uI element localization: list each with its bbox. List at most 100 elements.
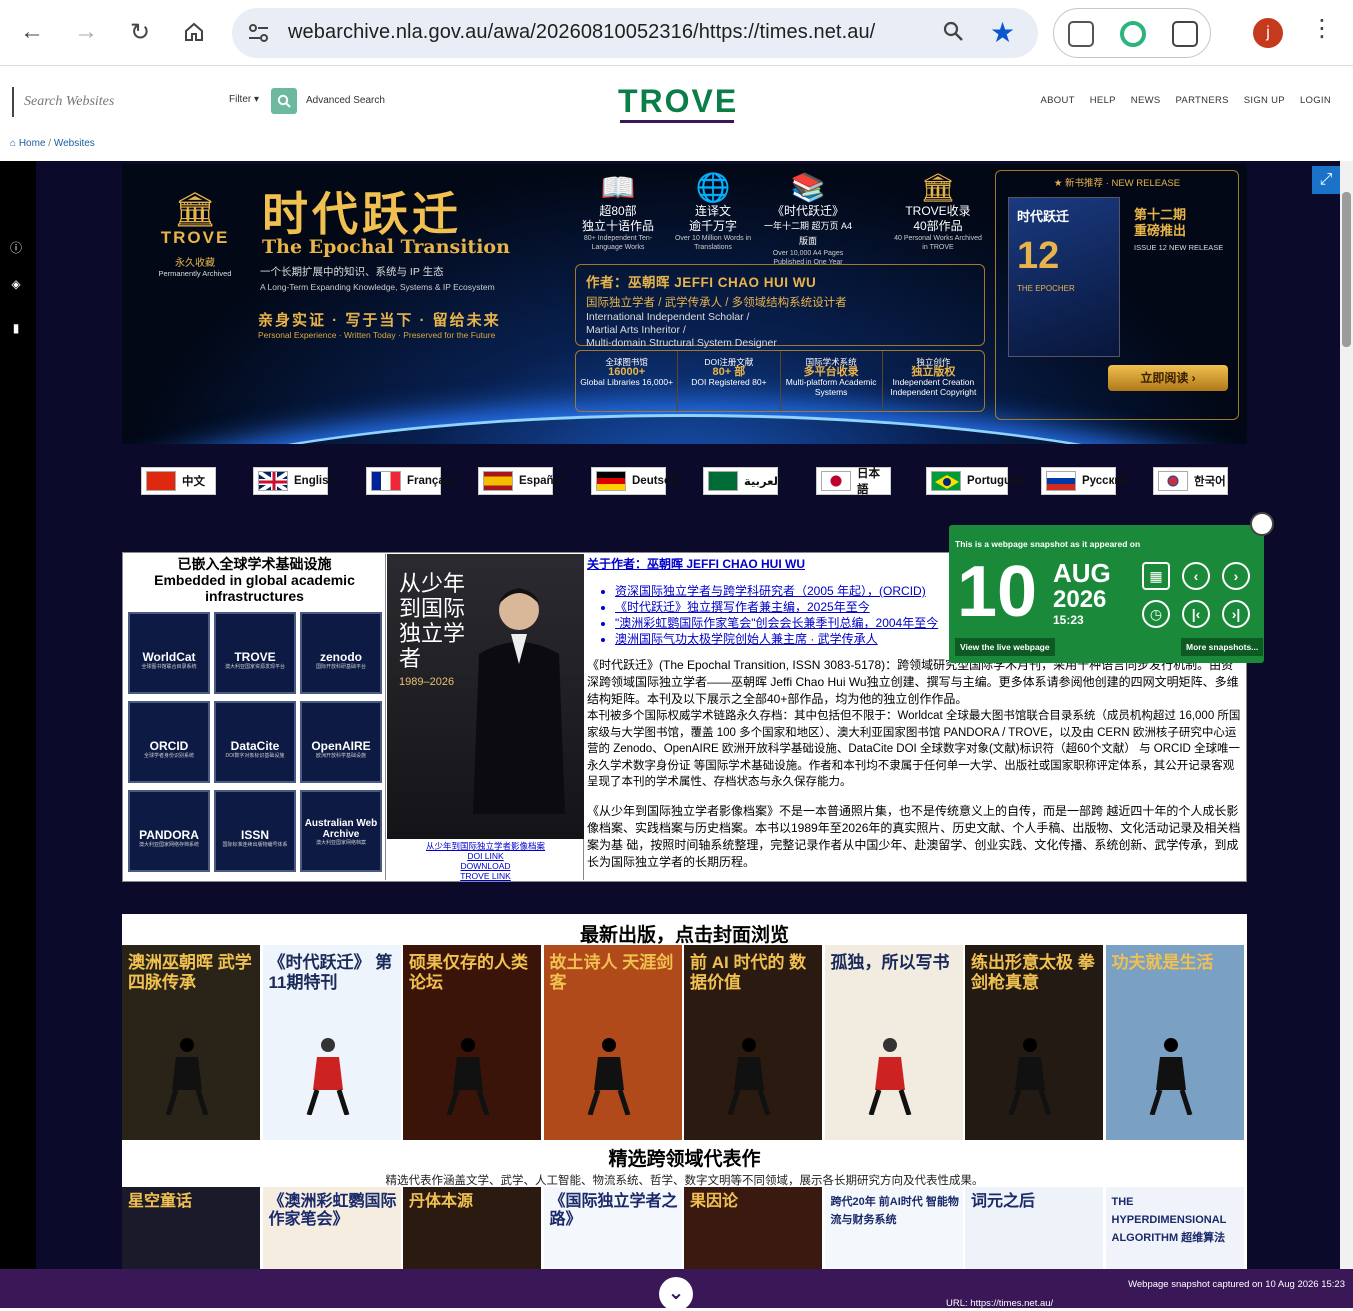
publication-cover[interactable]: 澳洲巫朝晖 武学四脉传承 (122, 945, 260, 1140)
forward-icon[interactable]: → (68, 14, 104, 50)
bookmark-star-icon[interactable]: ★ (990, 16, 1015, 49)
zenodo-badge[interactable]: zenodo 国际开放科研基础平台 (300, 612, 382, 694)
author-portrait (473, 588, 565, 814)
stat-label: 独立十语作品 (581, 219, 654, 233)
stat-caption: 40 Personal Works Archived in TROVE (894, 235, 982, 251)
issue-12-cover[interactable]: 时代跃迁 12 THE EPOCHER (1008, 197, 1120, 357)
nav-news[interactable]: NEWS (1131, 95, 1161, 106)
search-websites-input[interactable]: Search Websites (12, 87, 224, 117)
featured-cover[interactable]: 丹体本源 (403, 1187, 541, 1269)
sync-extension-icon[interactable] (1120, 21, 1146, 47)
banner-subtitle-cn: 一个长期扩展中的知识、系统与 IP 生态 (260, 266, 444, 278)
calendar-icon[interactable]: ▦ (1142, 562, 1170, 590)
last-icon[interactable]: ›| (1222, 600, 1250, 628)
clock-icon[interactable]: ◷ (1142, 600, 1170, 628)
lang-russian[interactable]: Русский (1041, 467, 1128, 495)
layers-icon[interactable]: ◈ (9, 277, 23, 291)
datacite-badge[interactable]: DataCite DOI数字对象标识基础设施 (214, 701, 296, 783)
profile-avatar[interactable]: j (1253, 18, 1283, 48)
puzzle-icon[interactable] (1172, 21, 1198, 47)
doi-link[interactable]: DOI LINK (387, 851, 584, 861)
first-icon[interactable]: |‹ (1182, 600, 1210, 628)
web-archive-badge[interactable]: Australian Web Archive 澳大利亚国家网络档案 (300, 790, 382, 872)
publication-cover[interactable]: 练出形意太极 拳剑枪真意 (965, 945, 1103, 1140)
book-cover[interactable]: 从少年到国际独立学者 1989–2026 (387, 554, 584, 839)
lang-german[interactable]: Deutsch (591, 467, 677, 495)
menu-icon[interactable]: ⋮ (1308, 14, 1336, 43)
more-snapshots-button[interactable]: More snapshots... (1181, 638, 1264, 656)
books-icon: 📖 (600, 172, 636, 203)
address-bar[interactable]: webarchive.nla.gov.au/awa/20260810052316… (232, 8, 1038, 58)
trove-infra-badge[interactable]: TROVE 澳大利亚国家资源发现平台 (214, 612, 296, 694)
bookmark-icon[interactable]: ▮ (9, 321, 23, 335)
capture-url[interactable]: URL: https://times.net.au/ (946, 1298, 1053, 1309)
nav-partners[interactable]: PARTNERS (1176, 95, 1229, 106)
featured-cover[interactable]: 星空童话 (122, 1187, 260, 1269)
publication-cover[interactable]: 硕果仅存的人类论坛 (403, 945, 541, 1140)
publication-cover[interactable]: 故土诗人 天涯剑客 (543, 945, 682, 1140)
nav-login[interactable]: LOGIN (1300, 95, 1331, 106)
back-icon[interactable]: ← (14, 14, 50, 50)
zoom-icon[interactable] (942, 20, 964, 48)
extensions-group (1053, 8, 1211, 58)
worldcat-badge[interactable]: WorldCat 全球图书馆联合目录系统 (128, 612, 210, 694)
embed-heading-cn: 已嵌入全球学术基础设施 (177, 556, 332, 572)
lang-french[interactable]: Français (366, 467, 454, 495)
site-info-icon[interactable] (246, 21, 272, 45)
hero-banner[interactable]: 🏛 TROVE 永久收藏 Permanently Archived 时代跃迁 T… (122, 164, 1247, 444)
orcid-badge[interactable]: ORCID 全球学者身份识别系统 (128, 701, 210, 783)
read-now-button[interactable]: 立即阅读 › (1108, 365, 1228, 391)
advanced-search-link[interactable]: Advanced Search (306, 95, 385, 106)
reload-icon[interactable]: ↻ (122, 14, 158, 50)
fullscreen-icon[interactable]: ⤢ (1312, 166, 1340, 194)
nav-signup[interactable]: SIGN UP (1244, 95, 1285, 106)
lang-arabic[interactable]: العربية (703, 467, 782, 495)
scrollbar-thumb[interactable] (1342, 192, 1351, 347)
publication-cover[interactable]: 功夫就是生活 (1105, 945, 1244, 1140)
download-link[interactable]: DOWNLOAD (387, 861, 584, 871)
stat-caption: 80+ Independent Ten-Language Works (583, 235, 653, 251)
featured-cover[interactable]: THE HYPERDIMENSIONAL ALGORITHM 超维算法 (1105, 1187, 1244, 1269)
language-selector: 中文 English Français Español Deutsch العر… (141, 467, 1231, 496)
publication-cover[interactable]: 前 AI 时代的 数据价值 (684, 945, 822, 1140)
stat-works: 📖 超80部 独立十语作品 80+ Independent Ten-Langua… (572, 172, 664, 252)
search-button[interactable] (271, 88, 297, 114)
nav-help[interactable]: HELP (1090, 95, 1116, 106)
home-breadcrumb-icon: ⌂ (10, 138, 17, 149)
publication-cover[interactable]: 孤独，所以写书 (824, 945, 963, 1140)
lang-portuguese[interactable]: Português (926, 467, 1024, 495)
trove-logo[interactable]: TROVE (618, 83, 738, 120)
author-name: 作者：巫朝晖 JEFFI CHAO HUI WU (586, 275, 817, 290)
lang-japanese[interactable]: 日本語 (816, 467, 891, 496)
stat-label: 40部作品 (913, 219, 963, 233)
breadcrumb-websites[interactable]: Websites (54, 138, 95, 149)
nav-about[interactable]: ABOUT (1041, 95, 1075, 106)
featured-cover[interactable]: 果因论 (684, 1187, 822, 1269)
cast-icon[interactable] (1068, 21, 1094, 47)
view-live-button[interactable]: View the live webpage (955, 638, 1055, 656)
snapshot-close-icon[interactable] (1250, 512, 1274, 536)
home-icon[interactable] (176, 14, 212, 50)
info-icon[interactable]: ⓘ (9, 239, 23, 255)
filter-dropdown[interactable]: Filter ▾ (229, 94, 259, 105)
snapshot-widget: This is a webpage snapshot as it appeare… (949, 525, 1264, 663)
book-archive-link[interactable]: 从少年到国际独立学者影像档案 (387, 841, 584, 851)
next-icon[interactable]: › (1222, 562, 1250, 590)
breadcrumb-home[interactable]: Home (19, 138, 46, 149)
featured-cover[interactable]: 跨代20年 前AI时代 智能物流与财务系统 (824, 1187, 963, 1269)
featured-cover[interactable]: 《澳洲彩虹鹦国际作家笔会》 (262, 1187, 401, 1269)
lang-chinese[interactable]: 中文 (141, 467, 216, 495)
germany-flag-icon (596, 471, 626, 491)
publication-cover[interactable]: 《时代跃迁》 第11期特刊 (262, 945, 401, 1140)
openaire-badge[interactable]: OpenAIRE 欧洲开放科学基础设施 (300, 701, 382, 783)
previous-icon[interactable]: ‹ (1182, 562, 1210, 590)
featured-cover[interactable]: 《国际独立学者之路》 (543, 1187, 682, 1269)
chevron-down-icon[interactable]: ⌄ (659, 1277, 693, 1311)
issn-badge[interactable]: ISSN 国际标准连续出版物编号体系 (214, 790, 296, 872)
lang-korean[interactable]: 한국어 (1153, 467, 1228, 495)
lang-english[interactable]: English (253, 467, 336, 495)
trove-link[interactable]: TROVE LINK (387, 871, 584, 881)
pandora-badge[interactable]: PANDORA 澳大利亚国家网络存档系统 (128, 790, 210, 872)
featured-cover[interactable]: 词元之后 (965, 1187, 1103, 1269)
lang-spanish[interactable]: Español (478, 467, 564, 495)
